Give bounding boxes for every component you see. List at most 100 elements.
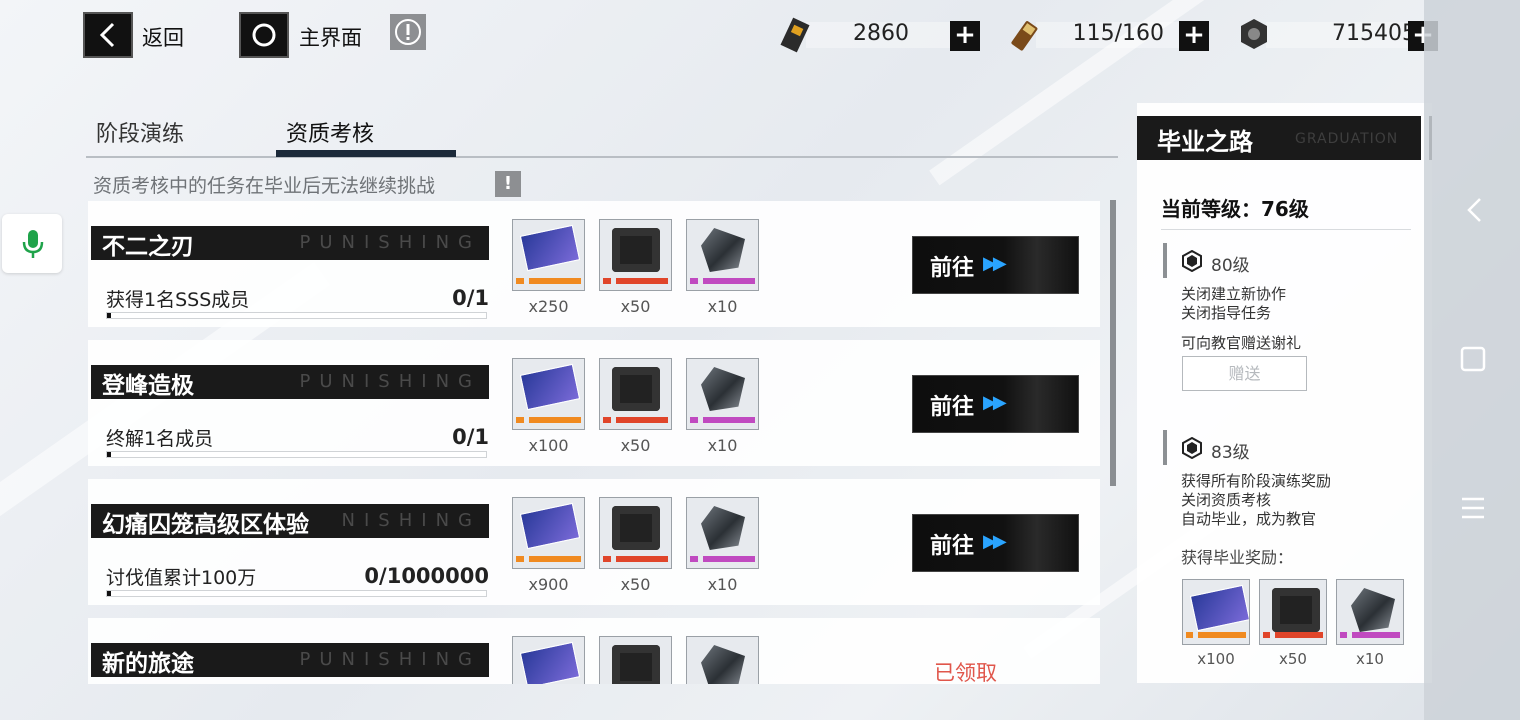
reward-item[interactable]: x50 (599, 358, 672, 455)
resource-coins-value: 715405 (1332, 21, 1416, 46)
task-description: 终解1名成员 (106, 428, 214, 450)
level-perk: 关闭资质考核 (1181, 491, 1272, 509)
level-name: 80级 (1211, 256, 1250, 276)
crystal-icon (687, 637, 758, 684)
back-label[interactable]: 返回 (142, 22, 184, 52)
task-list[interactable]: PUNISHING 不二之刃 获得1名SSS成员 0/1 x250 x50 x1… (88, 200, 1100, 684)
level-marker (1163, 243, 1167, 278)
graduation-reward-label: 获得毕业奖励： (1181, 548, 1294, 567)
reward-item[interactable]: x250 (512, 219, 585, 316)
go-button[interactable]: 前往 ▶▶ (912, 375, 1079, 433)
notice-text: 资质考核中的任务在毕业后无法继续挑战 (93, 175, 436, 197)
divider (1161, 229, 1411, 230)
task-watermark: NISHING (341, 510, 481, 531)
reward-item[interactable]: x50 (599, 219, 672, 316)
task-progress-fill (107, 313, 111, 318)
reward-qty: x10 (707, 575, 738, 594)
panel-subtitle: GRADUATION (1295, 131, 1399, 147)
go-button[interactable]: 前往 ▶▶ (912, 514, 1079, 572)
task-description: 讨伐值累计100万 (106, 567, 257, 589)
task-title: 不二之刃 (102, 234, 194, 260)
red-chip-icon (600, 637, 671, 684)
level-perk: 自动毕业，成为教官 (1181, 510, 1317, 528)
back-button[interactable] (83, 12, 133, 58)
task-progress-bar (106, 590, 487, 597)
chevron-left-icon (99, 22, 115, 48)
level-perk: 获得所有阶段演练奖励 (1181, 472, 1332, 490)
reward-qty: x50 (620, 575, 651, 594)
task-title-bar: PUNISHING 新的旅途 (91, 643, 489, 677)
reward-item[interactable]: x100 (512, 358, 585, 455)
nav-menu-icon[interactable] (1460, 496, 1486, 520)
task-title-bar: PUNISHING 不二之刃 (91, 226, 489, 260)
crystal-icon (687, 359, 758, 429)
reward-item[interactable]: x900 (512, 497, 585, 594)
double-arrow-icon: ▶▶ (983, 531, 1007, 552)
reward-qty: x100 (528, 436, 569, 455)
reward-item[interactable] (686, 636, 759, 684)
add-battery-button[interactable]: + (1179, 21, 1209, 51)
task-title: 登峰造极 (102, 373, 194, 399)
tab-qualification[interactable]: 资质考核 (286, 116, 374, 148)
tab-divider (86, 156, 1118, 158)
info-button[interactable] (390, 14, 426, 50)
resource-battery: 115/160 + (1006, 18, 1216, 51)
task-description: 获得1名SSS成员 (106, 289, 250, 311)
panel-title: 毕业之路 (1157, 128, 1253, 156)
hexagon-icon (1182, 250, 1202, 272)
active-tab-indicator (276, 150, 456, 157)
double-arrow-icon: ▶▶ (983, 253, 1007, 274)
reward-item[interactable]: x10 (686, 358, 759, 455)
current-level: 当前等级：76级 (1161, 197, 1309, 221)
gear-nut-icon (1241, 19, 1267, 49)
resource-ticket-value: 2860 (853, 21, 909, 46)
reward-qty: x50 (620, 436, 651, 455)
crystal-icon (687, 220, 758, 290)
task-progress-bar (106, 312, 487, 319)
exclamation-icon (395, 19, 421, 45)
task-title-bar: PUNISHING 登峰造极 (91, 365, 489, 399)
resource-battery-value: 115/160 (1072, 21, 1164, 46)
home-button[interactable] (239, 12, 289, 58)
level-name: 83级 (1211, 443, 1250, 463)
reward-qty: x10 (707, 297, 738, 316)
reward-item[interactable]: x10 (686, 219, 759, 316)
red-chip-icon (1260, 580, 1326, 644)
reward-item[interactable]: x10 (686, 497, 759, 594)
nav-home-icon[interactable] (1460, 346, 1486, 372)
reward-item[interactable] (599, 636, 672, 684)
go-button[interactable]: 前往 ▶▶ (912, 236, 1079, 294)
reward-qty: x250 (528, 297, 569, 316)
graduation-reward[interactable]: x100 (1182, 579, 1250, 668)
red-chip-icon (600, 498, 671, 568)
graduation-panel: 毕业之路 GRADUATION 当前等级：76级 80级 关闭建立新协作 关闭指… (1137, 103, 1432, 683)
voice-input-button[interactable] (2, 214, 62, 273)
add-ticket-button[interactable]: + (950, 21, 980, 51)
reward-item[interactable] (512, 636, 585, 684)
task-title-bar: NISHING 幻痛囚笼高级区体验 (91, 504, 489, 538)
task-progress-text: 0/1000000 (364, 564, 489, 588)
gift-button[interactable]: 赠送 (1182, 356, 1307, 391)
task-card: PUNISHING 登峰造极 终解1名成员 0/1 x100 x50 x10 前… (88, 340, 1100, 466)
task-progress-text: 0/1 (452, 425, 489, 449)
reward-qty: x50 (1279, 650, 1307, 668)
blue-card-icon (513, 637, 584, 684)
tab-stage-drills[interactable]: 阶段演练 (96, 116, 184, 148)
list-scrollbar[interactable] (1110, 200, 1116, 486)
reward-item[interactable]: x50 (599, 497, 672, 594)
reward-qty: x900 (528, 575, 569, 594)
graduation-reward[interactable]: x10 (1336, 579, 1404, 668)
notice-info-icon[interactable]: ! (495, 171, 521, 197)
crystal-icon (687, 498, 758, 568)
graduation-reward[interactable]: x50 (1259, 579, 1327, 668)
go-button-label: 前往 (930, 256, 975, 281)
resource-coins: 715405 + (1236, 18, 1446, 51)
task-progress-text: 0/1 (452, 286, 489, 310)
task-progress-fill (107, 591, 111, 596)
nav-back-icon[interactable] (1460, 196, 1490, 224)
task-card: NISHING 幻痛囚笼高级区体验 讨伐值累计100万 0/1000000 x9… (88, 479, 1100, 605)
claimed-status: 已领取 (934, 661, 997, 684)
red-chip-icon (600, 359, 671, 429)
task-watermark: PUNISHING (299, 371, 481, 392)
home-label[interactable]: 主界面 (299, 22, 362, 52)
